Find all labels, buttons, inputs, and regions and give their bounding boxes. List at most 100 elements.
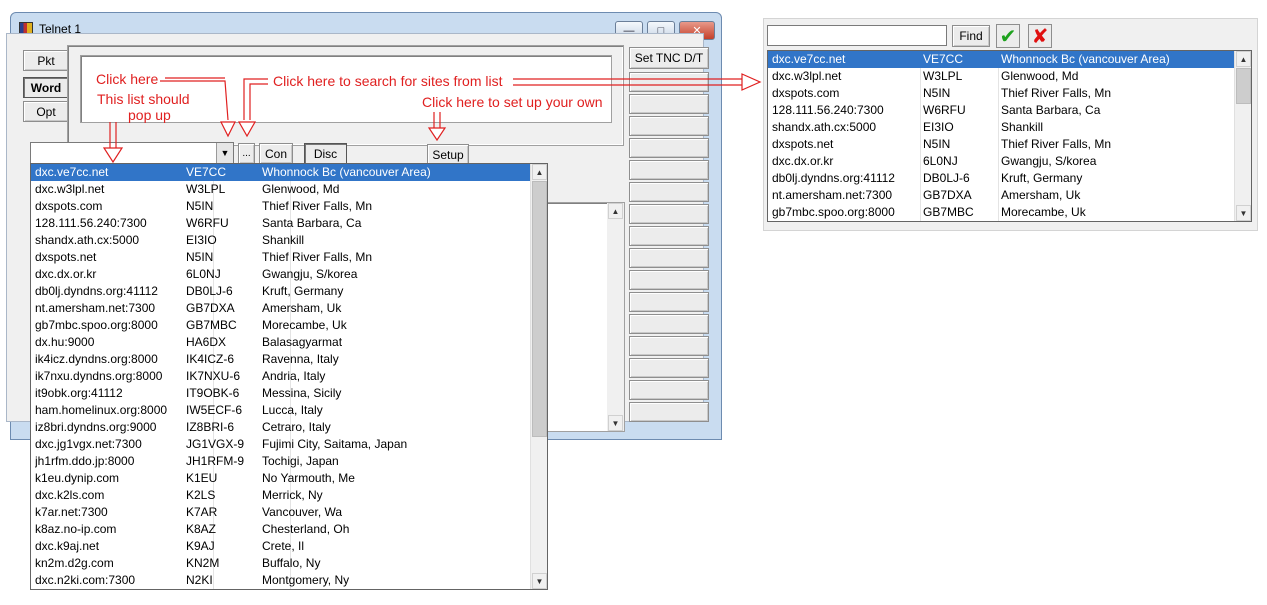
macro-button-5[interactable] <box>629 160 709 180</box>
host-cell: ik7nxu.dyndns.org:8000 <box>35 369 163 383</box>
list-item[interactable]: dxc.k2ls.com K2LS Merrick, Ny <box>31 487 531 504</box>
location-cell: Messina, Sicily <box>262 386 342 400</box>
annotation-click-here: Click here <box>96 71 159 87</box>
list-item[interactable]: k7ar.net:7300 K7AR Vancouver, Wa <box>31 504 531 521</box>
list-item[interactable]: dxc.ve7cc.net VE7CC Whonnock Bc (vancouver… <box>31 164 531 181</box>
host-cell: dxspots.net <box>35 250 97 264</box>
site-search-input[interactable] <box>767 25 947 46</box>
location-cell: Gwangju, S/korea <box>1001 154 1097 168</box>
macro-button-10[interactable] <box>629 270 709 290</box>
list-item[interactable]: dxc.k9aj.net K9AJ Crete, Il <box>31 538 531 555</box>
terminal-scrollbar[interactable]: ▲ ▼ <box>607 203 624 431</box>
macro-button-3[interactable] <box>629 116 709 136</box>
list-item[interactable]: gb7mbc.spoo.org:8000 GB7MBC Morecambe, Uk <box>31 317 531 334</box>
macro-button-9[interactable] <box>629 248 709 268</box>
macro-button-13[interactable] <box>629 336 709 356</box>
list-item[interactable]: nt.amersham.net:7300 GB7DXA Amersham, Uk <box>768 187 1235 204</box>
con-button[interactable]: Con <box>259 143 293 164</box>
list-item[interactable]: dxc.dx.or.kr 6L0NJ Gwangju, S/korea <box>31 266 531 283</box>
list-item[interactable]: dxspots.net N5IN Thief River Falls, Mn <box>31 249 531 266</box>
disc-button[interactable]: Disc <box>304 143 347 164</box>
list-item[interactable]: shandx.ath.cx:5000 EI3IO Shankill <box>768 119 1235 136</box>
browse-sites-button[interactable]: ... <box>238 143 255 164</box>
host-cell: dxc.k9aj.net <box>35 539 100 553</box>
callsign-cell: VE7CC <box>186 165 227 179</box>
scroll-up-icon[interactable]: ▲ <box>608 203 623 219</box>
list-item[interactable]: iz8bri.dyndns.org:9000 IZ8BRI-6 Cetraro, I… <box>31 419 531 436</box>
ok-check-icon[interactable]: ✔ <box>996 24 1020 48</box>
list-item[interactable]: ik4icz.dyndns.org:8000 IK4ICZ-6 Ravenna, I… <box>31 351 531 368</box>
callsign-cell: GB7DXA <box>186 301 235 315</box>
list-item[interactable]: dxspots.net N5IN Thief River Falls, Mn <box>768 136 1235 153</box>
list-item[interactable]: dxc.n2ki.com:7300 N2KI Montgomery, Ny <box>31 572 531 589</box>
list-item[interactable]: jh1rfm.ddo.jp:8000 JH1RFM-9 Tochigi, Japan <box>31 453 531 470</box>
host-cell: dxc.w3lpl.net <box>772 69 842 83</box>
callsign-cell: VE7CC <box>923 52 964 66</box>
macro-button-7[interactable] <box>629 204 709 224</box>
list-item[interactable]: k8az.no-ip.com K8AZ Chesterland, Oh <box>31 521 531 538</box>
callsign-cell: GB7DXA <box>923 188 972 202</box>
location-cell: Thief River Falls, Mn <box>1001 86 1112 100</box>
callsign-cell: N5IN <box>186 199 214 213</box>
list-item[interactable]: shandx.ath.cx:5000 EI3IO Shankill <box>31 232 531 249</box>
macro-button-4[interactable] <box>629 138 709 158</box>
list-item[interactable]: ham.homelinux.org:8000 IW5ECF-6 Lucca, Ita… <box>31 402 531 419</box>
host-cell: db0lj.dyndns.org:41112 <box>772 171 895 185</box>
list-item[interactable]: dxc.jg1vgx.net:7300 JG1VGX-9 Fujimi City, … <box>31 436 531 453</box>
find-button[interactable]: Find <box>952 25 990 47</box>
host-cell: dxc.jg1vgx.net:7300 <box>35 437 142 451</box>
macro-button-8[interactable] <box>629 226 709 246</box>
dropdown-scrollbar[interactable]: ▲ ▼ <box>530 164 547 589</box>
list-item[interactable]: dxspots.com N5IN Thief River Falls, Mn <box>768 85 1235 102</box>
site-list-scrollbar[interactable]: ▲ ▼ <box>1234 51 1251 221</box>
list-item[interactable]: dxc.ve7cc.net VE7CC Whonnock Bc (vancouver… <box>768 51 1235 68</box>
cancel-x-icon[interactable]: ✘ <box>1028 24 1052 48</box>
host-cell: shandx.ath.cx:5000 <box>35 233 140 247</box>
pkt-button[interactable]: Pkt <box>23 50 69 71</box>
macro-button-14[interactable] <box>629 358 709 378</box>
list-item[interactable]: db0lj.dyndns.org:41112 DB0LJ-6 Kruft, Germ… <box>768 170 1235 187</box>
macro-button-6[interactable] <box>629 182 709 202</box>
macro-button-2[interactable] <box>629 94 709 114</box>
host-combo[interactable]: ▼ <box>30 142 234 164</box>
word-button[interactable]: Word <box>23 77 69 98</box>
macro-button-12[interactable] <box>629 314 709 334</box>
list-item[interactable]: nt.amersham.net:7300 GB7DXA Amersham, Uk <box>31 300 531 317</box>
scroll-down-icon[interactable]: ▼ <box>608 415 623 431</box>
list-item[interactable]: dxc.dx.or.kr 6L0NJ Gwangju, S/korea <box>768 153 1235 170</box>
annotation-list-popup-2: pop up <box>128 107 171 123</box>
scroll-up-icon[interactable]: ▲ <box>532 164 547 180</box>
list-item[interactable]: ik7nxu.dyndns.org:8000 IK7NXU-6 Andria, It… <box>31 368 531 385</box>
scroll-down-icon[interactable]: ▼ <box>1236 205 1251 221</box>
location-cell: Glenwood, Md <box>1001 69 1079 83</box>
list-item[interactable]: k1eu.dynip.com K1EU No Yarmouth, Me <box>31 470 531 487</box>
scroll-down-icon[interactable]: ▼ <box>532 573 547 589</box>
macro-button-11[interactable] <box>629 292 709 312</box>
list-item[interactable]: db0lj.dyndns.org:41112 DB0LJ-6 Kruft, Germ… <box>31 283 531 300</box>
scroll-thumb[interactable] <box>1236 68 1251 104</box>
set-tnc-button[interactable]: Set TNC D/T <box>629 47 709 69</box>
scroll-up-icon[interactable]: ▲ <box>1236 51 1251 67</box>
chevron-down-icon[interactable]: ▼ <box>216 143 233 163</box>
macro-button-16[interactable] <box>629 402 709 422</box>
opt-button[interactable]: Opt <box>23 101 69 122</box>
site-list[interactable]: dxc.ve7cc.net VE7CC Whonnock Bc (vancouver… <box>767 50 1252 222</box>
macro-button-15[interactable] <box>629 380 709 400</box>
location-cell: Fujimi City, Saitama, Japan <box>262 437 408 451</box>
list-item[interactable]: dx.hu:9000 HA6DX Balasagyarmat <box>31 334 531 351</box>
list-item[interactable]: 128.111.56.240:7300 W6RFU Santa Barbara, C… <box>768 102 1235 119</box>
list-item[interactable]: 128.111.56.240:7300 W6RFU Santa Barbara, C… <box>31 215 531 232</box>
list-item[interactable]: dxspots.com N5IN Thief River Falls, Mn <box>31 198 531 215</box>
host-cell: jh1rfm.ddo.jp:8000 <box>35 454 135 468</box>
setup-button[interactable]: Setup <box>427 144 469 165</box>
list-item[interactable]: it9obk.org:41112 IT9OBK-6 Messina, Sicily <box>31 385 531 402</box>
macro-button-1[interactable] <box>629 72 709 92</box>
scroll-thumb[interactable] <box>532 181 547 437</box>
list-item[interactable]: kn2m.d2g.com KN2M Buffalo, Ny <box>31 555 531 572</box>
list-item[interactable]: gb7mbc.spoo.org:8000 GB7MBC Morecambe, Uk <box>768 204 1235 221</box>
host-cell: shandx.ath.cx:5000 <box>772 120 877 134</box>
host-dropdown-list[interactable]: dxc.ve7cc.net VE7CC Whonnock Bc (vancouver… <box>30 163 548 590</box>
callsign-cell: N2KI <box>186 573 213 587</box>
list-item[interactable]: dxc.w3lpl.net W3LPL Glenwood, Md <box>31 181 531 198</box>
list-item[interactable]: dxc.w3lpl.net W3LPL Glenwood, Md <box>768 68 1235 85</box>
